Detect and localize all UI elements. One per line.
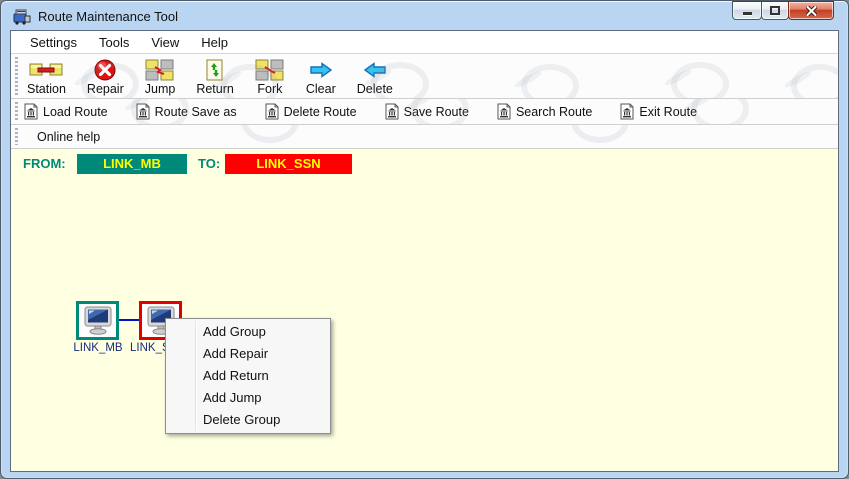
tool-delete[interactable]: Delete — [353, 57, 397, 96]
window-title: Route Maintenance Tool — [38, 9, 178, 24]
watermark-logo — [521, 64, 579, 99]
minimize-icon — [743, 12, 752, 15]
menu-bar: Settings Tools View Help — [11, 31, 838, 54]
computer-icon — [82, 306, 114, 336]
bank-document-icon — [384, 103, 400, 120]
watermark-logo — [691, 99, 749, 125]
tool-label: Return — [196, 82, 234, 96]
route-button-label: Exit Route — [639, 105, 697, 119]
to-value-badge: LINK_SSN — [225, 154, 352, 174]
toolbar-grip[interactable] — [15, 57, 18, 95]
return-document-icon — [206, 59, 224, 81]
bank-document-icon — [23, 103, 39, 120]
route-button-label: Search Route — [516, 105, 592, 119]
title-bar[interactable]: Route Maintenance Tool — [1, 1, 848, 30]
bank-document-icon — [264, 103, 280, 120]
tool-repair[interactable]: Repair — [83, 57, 128, 96]
context-menu-item-add-group[interactable]: Add Group — [166, 321, 330, 343]
route-button-label: Route Save as — [155, 105, 237, 119]
bank-document-icon — [619, 103, 635, 120]
close-icon — [806, 6, 817, 16]
from-value-badge: LINK_MB — [77, 154, 187, 174]
node-connector-line — [119, 319, 139, 321]
exit-route-button[interactable]: Exit Route — [619, 103, 697, 120]
route-button-label: Delete Route — [284, 105, 357, 119]
watermark-logo — [571, 125, 629, 143]
tool-clear[interactable]: Clear — [302, 57, 340, 96]
watermark-logo — [791, 64, 838, 99]
tool-label: Fork — [257, 82, 282, 96]
node-label-link-mb: LINK_MB — [62, 342, 134, 354]
tool-label: Repair — [87, 82, 124, 96]
toolbar-grip[interactable] — [15, 128, 18, 145]
online-help-button[interactable]: Online help — [37, 130, 100, 144]
tool-label: Clear — [306, 82, 336, 96]
toolbar-main: Station Repair — [11, 54, 838, 99]
watermark-logo — [241, 125, 299, 143]
maximize-icon — [770, 6, 780, 15]
bank-document-icon — [496, 103, 512, 120]
route-button-label: Load Route — [43, 105, 108, 119]
app-icon — [13, 9, 31, 25]
search-route-button[interactable]: Search Route — [496, 103, 592, 120]
clear-arrow-right-icon — [309, 59, 333, 81]
window-controls — [733, 1, 834, 20]
tool-jump[interactable]: Jump — [141, 57, 180, 96]
toolbar-route: Load Route Route Save as — [11, 99, 838, 125]
delete-route-button[interactable]: Delete Route — [264, 103, 357, 120]
toolbar-help: Online help — [11, 125, 838, 149]
jump-folders-icon — [145, 59, 175, 81]
menu-tools[interactable]: Tools — [88, 33, 140, 52]
menu-help[interactable]: Help — [190, 33, 239, 52]
from-label: FROM: — [23, 156, 66, 171]
tool-return[interactable]: Return — [192, 57, 238, 96]
to-label: TO: — [198, 156, 220, 171]
fork-folders-icon — [255, 59, 285, 81]
close-button[interactable] — [788, 1, 834, 20]
window-inner: Settings Tools View Help — [10, 30, 839, 472]
tool-label: Jump — [145, 82, 176, 96]
repair-error-icon — [94, 59, 116, 81]
minimize-button[interactable] — [732, 1, 762, 20]
route-save-as-button[interactable]: Route Save as — [135, 103, 237, 120]
node-link-mb[interactable] — [76, 301, 119, 340]
bank-document-icon — [135, 103, 151, 120]
station-link-icon — [29, 59, 63, 81]
delete-arrow-left-icon — [363, 59, 387, 81]
route-button-label: Save Route — [404, 105, 469, 119]
context-menu-item-add-return[interactable]: Add Return — [166, 365, 330, 387]
context-menu-item-add-repair[interactable]: Add Repair — [166, 343, 330, 365]
tool-fork[interactable]: Fork — [251, 57, 289, 96]
route-endpoints-bar: FROM: LINK_MB TO: LINK_SSN — [11, 153, 838, 175]
maximize-button[interactable] — [761, 1, 789, 20]
route-canvas[interactable]: FROM: LINK_MB TO: LINK_SSN — [11, 149, 838, 471]
menu-settings[interactable]: Settings — [19, 33, 88, 52]
context-menu: Add Group Add Repair Add Return Add Jump… — [165, 318, 331, 434]
tool-label: Delete — [357, 82, 393, 96]
load-route-button[interactable]: Load Route — [23, 103, 108, 120]
app-window: Route Maintenance Tool Settings Tools Vi… — [0, 0, 849, 479]
context-menu-item-add-jump[interactable]: Add Jump — [166, 387, 330, 409]
tool-station[interactable]: Station — [23, 57, 70, 96]
context-menu-item-delete-group[interactable]: Delete Group — [166, 409, 330, 431]
toolbar-grip[interactable] — [15, 102, 18, 121]
save-route-button[interactable]: Save Route — [384, 103, 469, 120]
menu-view[interactable]: View — [140, 33, 190, 52]
watermark-logo — [671, 62, 729, 99]
tool-label: Station — [27, 82, 66, 96]
